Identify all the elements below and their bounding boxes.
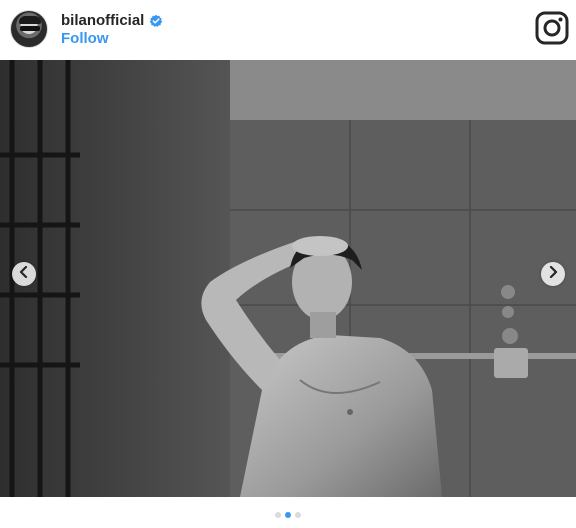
instagram-embed: bilanofficial Follow — [0, 0, 576, 528]
post-header: bilanofficial Follow — [0, 0, 576, 60]
chevron-left-icon — [19, 265, 29, 283]
verified-badge-icon — [149, 14, 163, 28]
username-link[interactable]: bilanofficial — [61, 12, 144, 29]
carousel-next-button[interactable] — [541, 262, 565, 286]
post-photo[interactable] — [0, 60, 576, 497]
chevron-right-icon — [548, 265, 558, 283]
carousel-dot[interactable] — [275, 512, 281, 518]
profile-avatar[interactable] — [10, 10, 48, 48]
carousel-indicator — [0, 512, 576, 520]
avatar-glasses — [20, 26, 40, 31]
username-row: bilanofficial — [61, 12, 163, 29]
follow-button[interactable]: Follow — [61, 30, 109, 47]
instagram-icon[interactable] — [535, 11, 569, 45]
avatar-hair — [19, 16, 41, 24]
carousel-dot[interactable] — [295, 512, 301, 518]
carousel-prev-button[interactable] — [12, 262, 36, 286]
carousel-dot-active[interactable] — [285, 512, 291, 518]
